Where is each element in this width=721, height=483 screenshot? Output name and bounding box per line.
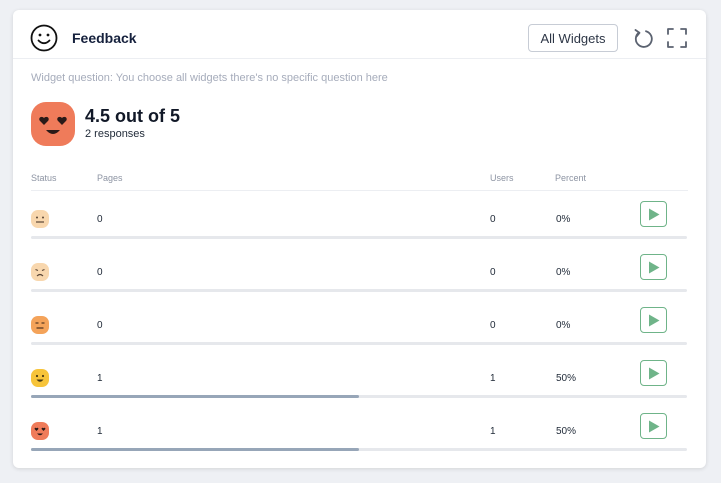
users-value: 0: [490, 320, 496, 331]
percent-value: 0%: [556, 267, 571, 278]
heart-eyes-face-icon: [31, 422, 49, 440]
play-button[interactable]: [640, 413, 667, 439]
table-row: 0 0 0%: [13, 254, 706, 316]
happy-face-icon: [31, 369, 49, 387]
play-icon: [648, 261, 659, 273]
expressionless-face-icon: [31, 316, 49, 334]
percent-value: 0%: [556, 214, 571, 225]
play-icon: [648, 367, 659, 379]
play-button[interactable]: [640, 254, 667, 280]
play-button[interactable]: [640, 201, 667, 227]
pages-value: 0: [97, 214, 103, 225]
refresh-icon[interactable]: [632, 27, 654, 49]
column-header-users: Users: [490, 173, 514, 183]
play-icon: [648, 420, 659, 432]
smile-icon: [30, 24, 58, 52]
play-icon: [648, 208, 659, 220]
widget-question: Widget question: You choose all widgets …: [31, 72, 388, 84]
heart-eyes-face-icon: [31, 102, 75, 146]
play-button[interactable]: [640, 307, 667, 333]
neutral-face-icon: [31, 210, 49, 228]
response-count: 2 responses: [85, 128, 145, 140]
sad-face-icon: [31, 263, 49, 281]
column-header-status: Status: [31, 173, 57, 183]
fullscreen-icon[interactable]: [666, 27, 688, 49]
column-header-pages: Pages: [97, 173, 123, 183]
pages-value: 0: [97, 267, 103, 278]
progress-track: [31, 342, 687, 345]
progress-track: [31, 289, 687, 292]
users-value: 1: [490, 426, 496, 437]
widget-header: Feedback All Widgets: [13, 10, 706, 59]
column-header-percent: Percent: [555, 173, 587, 183]
all-widgets-button[interactable]: All Widgets: [528, 24, 618, 52]
feedback-widget: Feedback All Widgets Widget question: Yo…: [13, 10, 706, 468]
progress-fill: [31, 395, 359, 398]
users-value: 1: [490, 373, 496, 384]
percent-value: 50%: [556, 426, 577, 437]
progress-track: [31, 448, 687, 451]
widget-title: Feedback: [72, 30, 137, 46]
pages-value: 0: [97, 320, 103, 331]
table-row: 0 0 0%: [13, 307, 706, 369]
play-icon: [648, 314, 659, 326]
average-score: 4.5 out of 5: [85, 106, 181, 126]
users-value: 0: [490, 214, 496, 225]
users-value: 0: [490, 267, 496, 278]
pages-value: 1: [97, 426, 103, 437]
progress-fill: [31, 448, 359, 451]
percent-value: 0%: [556, 320, 571, 331]
header-divider: [31, 190, 688, 191]
table-row: 1 1 50%: [13, 413, 706, 475]
play-button[interactable]: [640, 360, 667, 386]
table-row: 1 1 50%: [13, 360, 706, 422]
progress-track: [31, 236, 687, 239]
table-row: 0 0 0%: [13, 201, 706, 263]
pages-value: 1: [97, 373, 103, 384]
percent-value: 50%: [556, 373, 577, 384]
progress-track: [31, 395, 687, 398]
